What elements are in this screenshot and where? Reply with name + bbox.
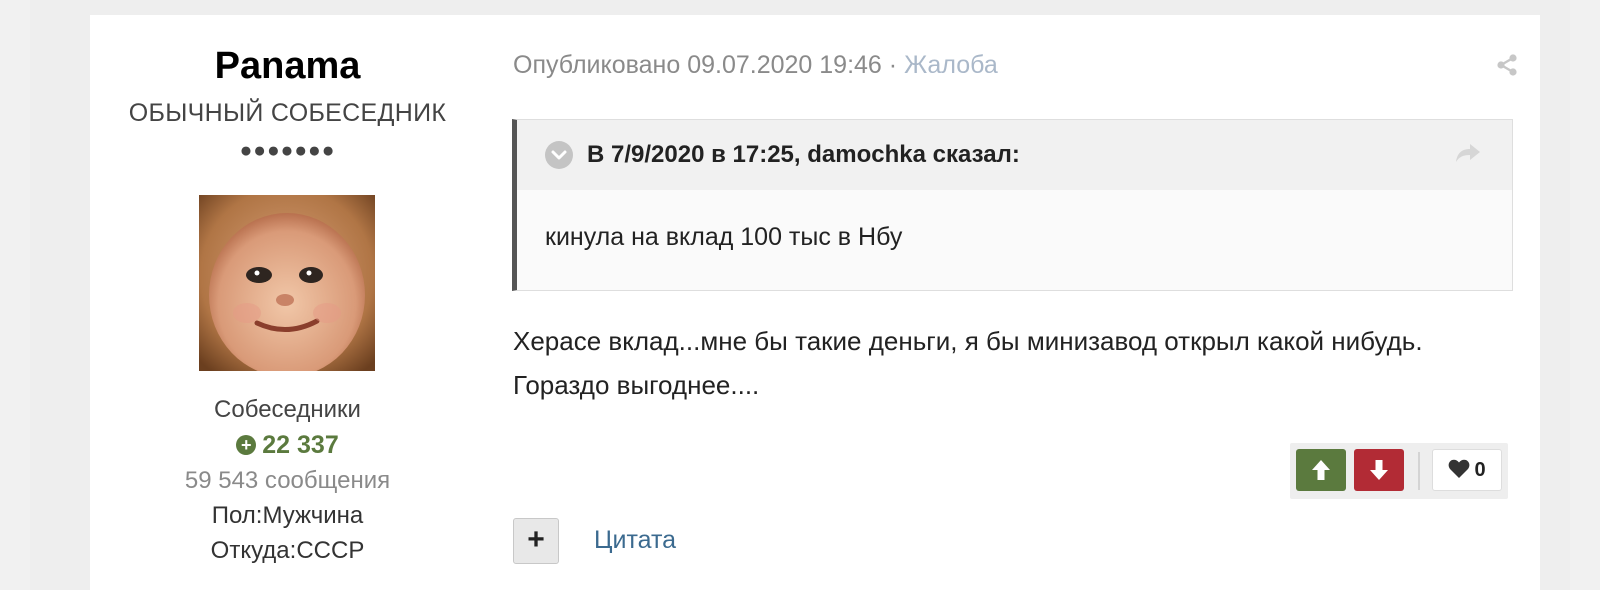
- page-background: Panama ОБЫЧНЫЙ СОБЕСЕДНИК ●●●●●●● Собесе…: [30, 0, 1570, 590]
- author-name[interactable]: Panama: [90, 45, 485, 88]
- quoted-message: В 7/9/2020 в 17:25, damochka сказал: кин…: [512, 119, 1513, 291]
- go-to-quote-icon[interactable]: [1454, 142, 1482, 164]
- meta-separator: ·: [888, 51, 898, 79]
- post-count: 59 543 сообщения: [184, 467, 391, 494]
- arrow-down-icon: [1370, 460, 1388, 480]
- post-text-line: Херасе вклад...мне бы такие деньги, я бы…: [513, 326, 1423, 356]
- report-link[interactable]: Жалоба: [904, 51, 998, 79]
- like-button[interactable]: 0: [1432, 449, 1502, 491]
- post-meta: Опубликовано 09.07.2020 19:46 · Жалоба: [513, 51, 998, 80]
- like-count: 0: [1474, 459, 1486, 481]
- downvote-button[interactable]: [1354, 449, 1404, 491]
- divider: [1418, 452, 1420, 490]
- forum-post: Panama ОБЫЧНЫЙ СОБЕСЕДНИК ●●●●●●● Собесе…: [90, 15, 1540, 590]
- post-date[interactable]: Опубликовано 09.07.2020 19:46: [513, 51, 882, 79]
- chevron-down-icon[interactable]: [545, 141, 573, 169]
- author-gender: Пол:Мужчина: [211, 502, 364, 529]
- upvote-button[interactable]: [1296, 449, 1346, 491]
- author-rank: ОБЫЧНЫЙ СОБЕСЕДНИК: [128, 99, 447, 127]
- author-location: Откуда:СССР: [210, 537, 365, 564]
- quote-text: кинула на вклад 100 тыс в Нбу: [545, 223, 903, 251]
- member-group: Собеседники: [214, 396, 361, 423]
- rank-pips: ●●●●●●●: [239, 139, 336, 162]
- avatar[interactable]: [199, 195, 375, 371]
- reputation-badge: +22 337: [90, 431, 485, 460]
- post-body: Херасе вклад...мне бы такие деньги, я бы…: [513, 319, 1513, 407]
- quote-button[interactable]: Цитата: [594, 526, 676, 555]
- quote-citation: В 7/9/2020 в 17:25, damochka сказал:: [587, 141, 1020, 168]
- plus-circle-icon: +: [236, 435, 257, 455]
- reputation-value: 22 337: [262, 431, 339, 459]
- multiquote-button[interactable]: +: [513, 518, 559, 564]
- heart-icon: [1449, 459, 1470, 478]
- arrow-up-icon: [1312, 460, 1330, 480]
- quote-header: В 7/9/2020 в 17:25, damochka сказал:: [517, 120, 1512, 190]
- post-text-line: Гораздо выгоднее....: [513, 370, 760, 400]
- reaction-bar: 0: [1290, 443, 1508, 499]
- share-icon[interactable]: [1495, 53, 1519, 77]
